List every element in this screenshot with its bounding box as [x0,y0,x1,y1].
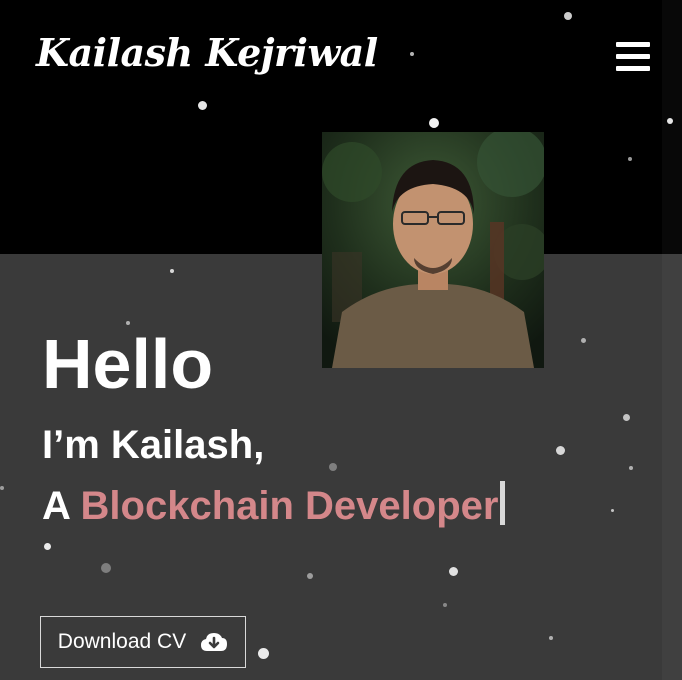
particle [429,118,439,128]
page-edge-strip [662,0,682,680]
particle [410,52,414,56]
particle [667,118,673,124]
profile-portrait-image [322,132,544,368]
particle [549,636,553,640]
download-cv-label: Download CV [57,630,187,653]
typing-cursor [500,481,506,525]
particle [170,269,174,273]
hamburger-menu-icon[interactable] [614,40,652,74]
particle [623,414,630,421]
particle [0,486,4,490]
particle [629,466,633,470]
particle [258,648,269,659]
particle [307,573,313,579]
particle [443,603,447,607]
particle [556,446,565,455]
particle [611,509,614,512]
hero-role: Blockchain Developer [80,484,499,528]
role-prefix: A [42,484,70,528]
particle [329,463,337,471]
particle [101,563,111,573]
particle [564,12,572,20]
particle [449,567,458,576]
particle [628,157,632,161]
hero-intro: I’m Kailash, [42,423,265,467]
profile-photo [322,132,544,368]
site-logo[interactable]: Kailash Kejriwal [36,30,378,75]
hero-greeting: Hello [42,325,214,403]
download-cv-button[interactable]: Download CV [40,616,246,668]
particle [44,543,51,550]
particle [198,101,207,110]
cloud-download-icon [201,633,228,651]
hero-role-line: A Blockchain Developer [42,478,506,534]
particle [581,338,586,343]
